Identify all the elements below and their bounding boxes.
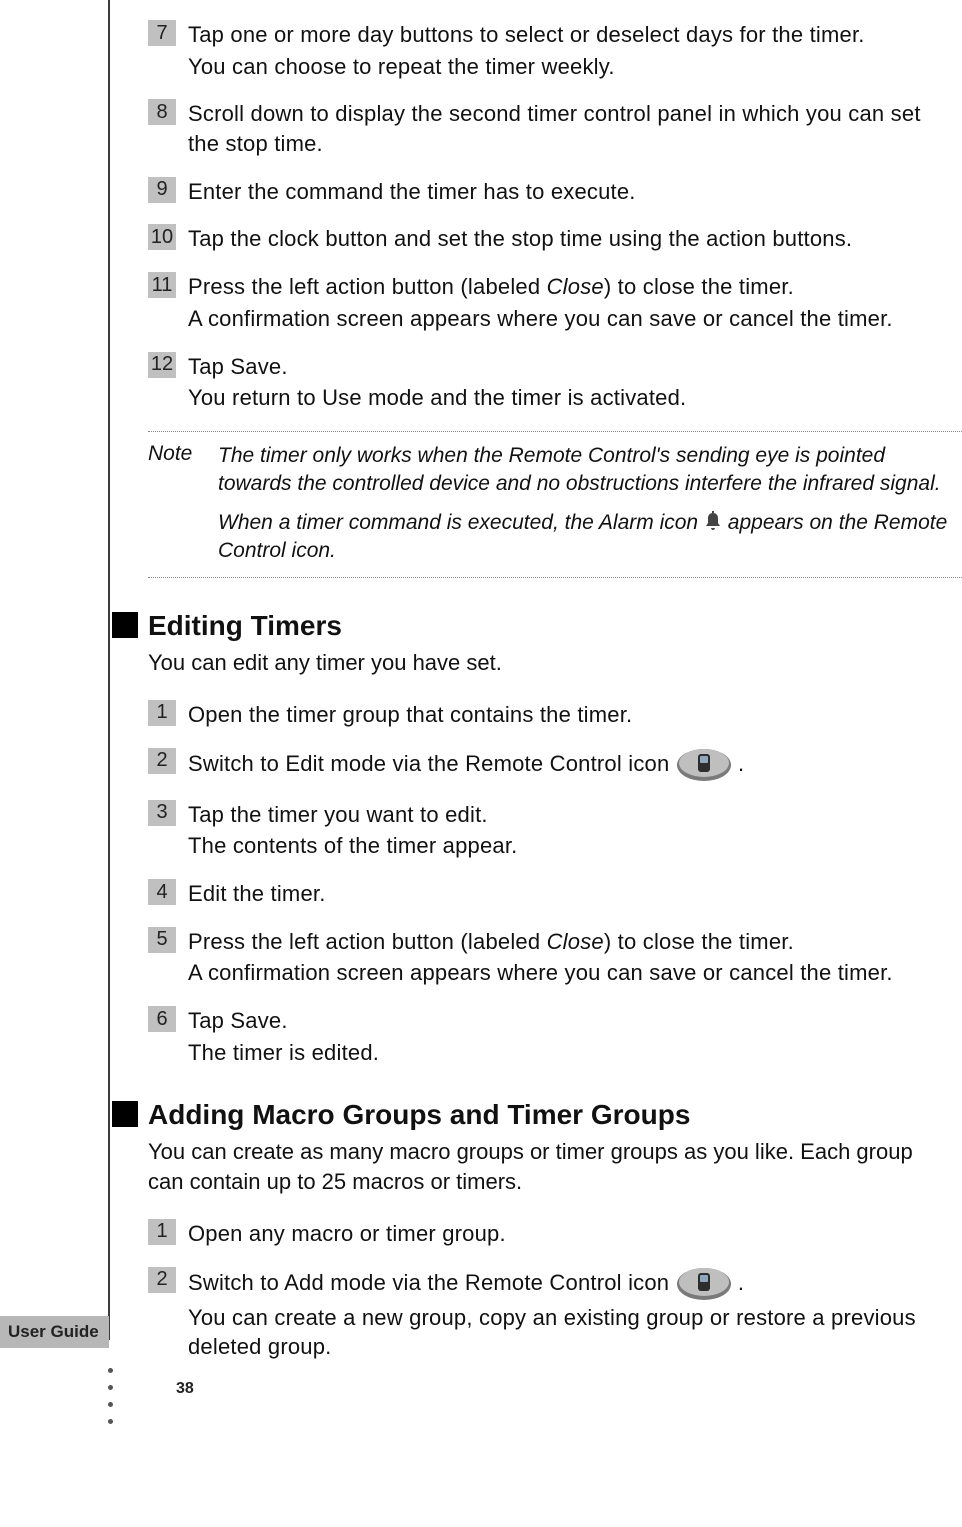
step-body: Tap Save. The timer is edited.	[188, 1006, 962, 1067]
step-body: Open any macro or timer group.	[188, 1219, 962, 1249]
step-main-text: Scroll down to display the second timer …	[188, 99, 952, 158]
page-number: 38	[176, 1380, 194, 1398]
step-number: 6	[148, 1006, 176, 1032]
step-main-text: Tap Save.	[188, 352, 952, 382]
text-fragment: Switch to Add mode via the Remote Contro…	[188, 1269, 676, 1294]
step-number: 7	[148, 20, 176, 46]
step-item: 10 Tap the clock button and set the stop…	[112, 224, 962, 254]
step-main-text: Press the left action button (labeled Cl…	[188, 272, 952, 302]
text-fragment: .	[738, 750, 744, 775]
page-content: 7 Tap one or more day buttons to select …	[112, 20, 962, 1380]
section-marker	[112, 612, 138, 638]
text-fragment: ) to close the timer.	[604, 274, 794, 299]
step-number: 1	[148, 1219, 176, 1245]
step-sub-text: A confirmation screen appears where you …	[188, 958, 952, 988]
step-sub-text: The contents of the timer appear.	[188, 831, 952, 861]
step-number: 2	[148, 1267, 176, 1293]
step-number: 12	[148, 352, 176, 378]
step-number: 9	[148, 177, 176, 203]
step-main-text: Switch to Add mode via the Remote Contro…	[188, 1267, 952, 1301]
note-block: Note The timer only works when the Remot…	[148, 431, 962, 578]
alarm-icon	[704, 511, 722, 531]
step-main-text: Tap the clock button and set the stop ti…	[188, 224, 952, 254]
vertical-rule	[108, 0, 110, 1340]
text-fragment: ) to close the timer.	[604, 929, 794, 954]
step-main-text: Tap the timer you want to edit.	[188, 800, 952, 830]
step-body: Switch to Edit mode via the Remote Contr…	[188, 748, 962, 782]
footer-dots	[108, 1356, 113, 1436]
text-fragment: Press the left action button (labeled	[188, 929, 547, 954]
step-main-text: Tap Save.	[188, 1006, 952, 1036]
step-sub-text: You can choose to repeat the timer weekl…	[188, 52, 952, 82]
step-item: 9 Enter the command the timer has to exe…	[112, 177, 962, 207]
section-intro: You can create as many macro groups or t…	[148, 1137, 962, 1196]
text-fragment: When a timer command is executed, the Al…	[218, 511, 704, 534]
text-fragment: Press the left action button (labeled	[188, 274, 547, 299]
step-number: 11	[148, 272, 176, 298]
step-body: Press the left action button (labeled Cl…	[188, 927, 962, 988]
note-paragraph: When a timer command is executed, the Al…	[218, 509, 950, 566]
step-number: 8	[148, 99, 176, 125]
step-main-text: Edit the timer.	[188, 879, 952, 909]
step-main-text: Switch to Edit mode via the Remote Contr…	[188, 748, 952, 782]
step-number: 2	[148, 748, 176, 774]
step-body: Switch to Add mode via the Remote Contro…	[188, 1267, 962, 1362]
step-item: 1 Open the timer group that contains the…	[112, 700, 962, 730]
step-number: 1	[148, 700, 176, 726]
step-item: 11 Press the left action button (labeled…	[112, 272, 962, 333]
step-item: 2 Switch to Add mode via the Remote Cont…	[112, 1267, 962, 1362]
section-header: Editing Timers	[112, 610, 962, 642]
step-body: Enter the command the timer has to execu…	[188, 177, 962, 207]
remote-control-icon	[676, 748, 732, 782]
step-number: 5	[148, 927, 176, 953]
section-marker	[112, 1101, 138, 1127]
italic-text: Close	[547, 274, 604, 299]
step-item: 2 Switch to Edit mode via the Remote Con…	[112, 748, 962, 782]
step-item: 6 Tap Save. The timer is edited.	[112, 1006, 962, 1067]
section-intro: You can edit any timer you have set.	[148, 648, 962, 678]
step-body: Edit the timer.	[188, 879, 962, 909]
section-title: Editing Timers	[148, 610, 342, 642]
step-body: Tap one or more day buttons to select or…	[188, 20, 962, 81]
step-sub-text: You can create a new group, copy an exis…	[188, 1303, 952, 1362]
step-number: 4	[148, 879, 176, 905]
step-sub-text: The timer is edited.	[188, 1038, 952, 1068]
step-body: Open the timer group that contains the t…	[188, 700, 962, 730]
step-body: Tap Save. You return to Use mode and the…	[188, 352, 962, 413]
step-main-text: Tap one or more day buttons to select or…	[188, 20, 952, 50]
step-item: 8 Scroll down to display the second time…	[112, 99, 962, 158]
step-main-text: Enter the command the timer has to execu…	[188, 177, 952, 207]
step-main-text: Open any macro or timer group.	[188, 1219, 952, 1249]
note-text: The timer only works when the Remote Con…	[218, 442, 958, 565]
step-item: 12 Tap Save. You return to Use mode and …	[112, 352, 962, 413]
step-body: Tap the clock button and set the stop ti…	[188, 224, 962, 254]
step-body: Scroll down to display the second timer …	[188, 99, 962, 158]
step-item: 3 Tap the timer you want to edit. The co…	[112, 800, 962, 861]
step-body: Press the left action button (labeled Cl…	[188, 272, 962, 333]
text-fragment: .	[738, 1269, 744, 1294]
text-fragment: Switch to Edit mode via the Remote Contr…	[188, 750, 676, 775]
section-title: Adding Macro Groups and Timer Groups	[148, 1099, 690, 1131]
note-label: Note	[148, 442, 218, 466]
italic-text: Close	[547, 929, 604, 954]
section-header: Adding Macro Groups and Timer Groups	[112, 1099, 962, 1131]
note-paragraph: The timer only works when the Remote Con…	[218, 442, 950, 499]
step-number: 3	[148, 800, 176, 826]
step-item: 5 Press the left action button (labeled …	[112, 927, 962, 988]
step-main-text: Press the left action button (labeled Cl…	[188, 927, 952, 957]
footer-label: User Guide	[0, 1316, 109, 1348]
step-item: 4 Edit the timer.	[112, 879, 962, 909]
step-sub-text: You return to Use mode and the timer is …	[188, 383, 952, 413]
step-item: 1 Open any macro or timer group.	[112, 1219, 962, 1249]
step-main-text: Open the timer group that contains the t…	[188, 700, 952, 730]
step-body: Tap the timer you want to edit. The cont…	[188, 800, 962, 861]
step-sub-text: A confirmation screen appears where you …	[188, 304, 952, 334]
remote-control-icon	[676, 1267, 732, 1301]
step-number: 10	[148, 224, 176, 250]
step-item: 7 Tap one or more day buttons to select …	[112, 20, 962, 81]
